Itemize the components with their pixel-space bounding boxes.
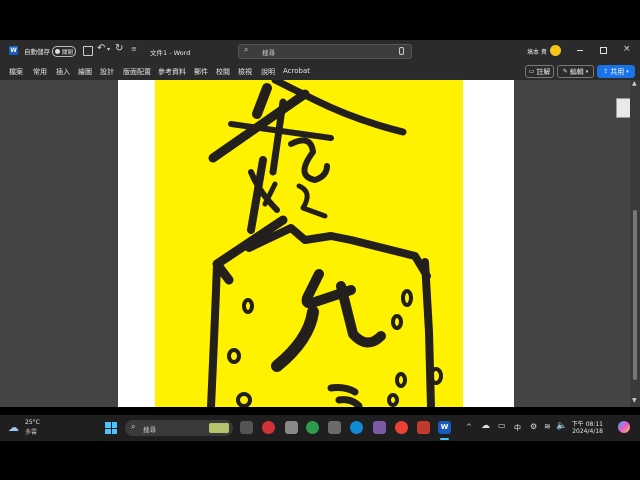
tab-layout[interactable]: 版面配置 xyxy=(123,67,151,77)
app-icon-1[interactable] xyxy=(262,421,275,434)
weather-desc: 多雲 xyxy=(25,429,38,436)
tab-design[interactable]: 設計 xyxy=(100,67,114,77)
editing-label: 編輯 xyxy=(569,67,584,76)
word-active-indicator xyxy=(440,438,449,440)
tab-help[interactable]: 說明 xyxy=(261,67,275,77)
clock[interactable]: 下午 08:11 2024/4/18 xyxy=(569,419,603,435)
search-highlight-icon xyxy=(209,423,229,433)
undo-dropdown-icon[interactable]: ▾ xyxy=(107,46,110,53)
taskbar-search-icon: ⌕ xyxy=(131,422,136,431)
document-title: 文件1 - Word xyxy=(150,49,191,57)
customize-toolbar-icon[interactable]: ≡ xyxy=(131,45,137,53)
taskbar-search-placeholder: 搜尋 xyxy=(143,426,156,434)
app-icon-3[interactable] xyxy=(306,421,319,434)
talisman-image[interactable] xyxy=(155,80,463,407)
tab-insert[interactable]: 插入 xyxy=(56,67,70,77)
microphone-icon[interactable] xyxy=(399,47,404,55)
app-tray-icon[interactable]: ▭ xyxy=(498,421,506,430)
tab-draw[interactable]: 繪圖 xyxy=(78,67,92,77)
tab-acrobat[interactable]: Acrobat xyxy=(283,67,310,75)
clock-time: 下午 08:11 xyxy=(571,421,603,428)
autosave-label: 自動儲存 xyxy=(24,48,50,56)
save-icon[interactable] xyxy=(83,46,93,56)
onedrive-icon[interactable]: ☁ xyxy=(481,421,490,431)
scroll-thumb[interactable] xyxy=(633,210,637,380)
app-icon-4[interactable] xyxy=(373,421,386,434)
search-placeholder: 搜尋 xyxy=(262,49,275,57)
document-canvas[interactable] xyxy=(0,80,640,407)
word-logo-icon: W xyxy=(9,46,18,55)
share-label: 共用 xyxy=(610,67,625,76)
share-icon: ⇪ xyxy=(603,68,609,75)
document-page[interactable] xyxy=(118,80,514,407)
cloud-icon: ☁ xyxy=(8,421,19,434)
minimize-icon[interactable] xyxy=(577,50,583,51)
ime-settings-icon[interactable]: ⚙ xyxy=(530,422,537,431)
comments-label: 註解 xyxy=(536,67,551,76)
file-explorer-icon[interactable] xyxy=(328,421,341,434)
task-view-icon[interactable] xyxy=(240,421,253,434)
autosave-state: 關閉 xyxy=(62,49,74,56)
chevron-down-icon: ▾ xyxy=(585,68,589,75)
taskbar-search-box[interactable]: ⌕ 搜尋 xyxy=(125,420,233,436)
close-icon[interactable]: × xyxy=(623,44,631,54)
wifi-icon[interactable]: ≋ xyxy=(544,422,551,431)
user-avatar[interactable] xyxy=(550,45,561,56)
tab-references[interactable]: 參考資料 xyxy=(158,67,186,77)
windows-logo-icon xyxy=(105,422,111,428)
user-name: 塙本 貴 xyxy=(527,49,547,56)
undo-icon[interactable]: ↶ xyxy=(97,43,105,54)
toggle-knob xyxy=(55,49,60,54)
tab-review[interactable]: 校閱 xyxy=(216,67,230,77)
tab-home[interactable]: 常用 xyxy=(33,67,47,77)
taskbar: ☁ 25°C 多雲 ⌕ 搜尋 W ^ ☁ ▭ 中 ⚙ ≋ 🔈 下午 08:11 … xyxy=(0,415,640,441)
tab-mailings[interactable]: 郵件 xyxy=(194,67,208,77)
app-icon-2[interactable] xyxy=(285,421,298,434)
chevron-up-icon[interactable]: ^ xyxy=(466,423,472,431)
share-chevron-icon: ▾ xyxy=(626,68,629,75)
copilot-icon[interactable] xyxy=(618,421,630,433)
tab-file[interactable]: 檔案 xyxy=(9,67,23,77)
ime-indicator[interactable]: 中 xyxy=(514,423,521,433)
share-button[interactable]: ⇪ 共用 ▾ xyxy=(597,65,635,78)
word-taskbar-icon[interactable]: W xyxy=(438,421,451,434)
editing-mode-button[interactable]: ✎ 編輯 ▾ xyxy=(557,65,594,78)
weather-temp: 25°C xyxy=(25,419,40,426)
ribbon-tabs: 檔案 常用 插入 繪圖 設計 版面配置 參考資料 郵件 校閱 檢視 說明 Acr… xyxy=(0,62,640,80)
edge-icon[interactable] xyxy=(350,421,363,434)
search-icon: ⌕ xyxy=(244,45,249,54)
title-bar: W 自動儲存 關閉 ↶ ▾ ↻ ≡ 文件1 - Word ⌕ 搜尋 塙本 貴 × xyxy=(0,40,640,62)
talisman-background xyxy=(155,80,463,407)
app-icon-5[interactable] xyxy=(417,421,430,434)
comment-icon: ▭ xyxy=(528,68,535,75)
clock-date: 2024/4/18 xyxy=(572,428,603,435)
pencil-icon: ✎ xyxy=(562,68,568,75)
volume-icon[interactable]: 🔈 xyxy=(556,421,567,431)
chrome-icon[interactable] xyxy=(395,421,408,434)
restore-icon[interactable] xyxy=(600,47,607,54)
comments-button[interactable]: ▭ 註解 xyxy=(525,65,554,78)
autosave-toggle[interactable]: 關閉 xyxy=(52,46,76,57)
vertical-scrollbar[interactable]: ▲ ▼ xyxy=(630,80,640,407)
weather-widget[interactable]: ☁ 25°C 多雲 xyxy=(8,419,48,437)
title-search-box[interactable]: ⌕ 搜尋 xyxy=(238,44,412,59)
redo-icon[interactable]: ↻ xyxy=(115,43,123,54)
start-button[interactable] xyxy=(105,422,117,434)
scroll-up-icon[interactable]: ▲ xyxy=(632,80,637,87)
tab-view[interactable]: 檢視 xyxy=(238,67,252,77)
scroll-down-icon[interactable]: ▼ xyxy=(632,397,637,404)
